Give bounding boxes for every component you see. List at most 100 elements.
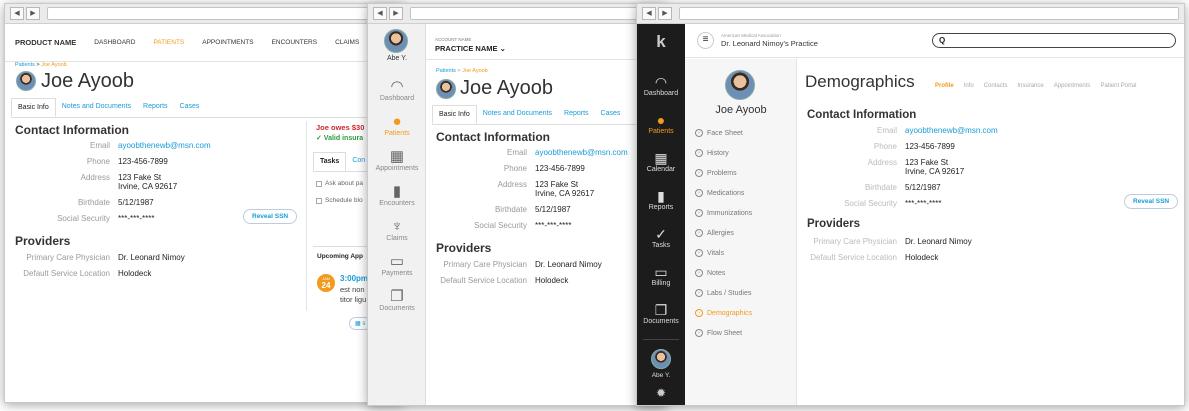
- checkbox[interactable]: [316, 197, 322, 204]
- menu-item-problems[interactable]: › Problems: [695, 163, 752, 183]
- tab-patient-portal[interactable]: Patient Portal: [1100, 83, 1136, 89]
- circle-icon: ›: [695, 269, 703, 277]
- menu-item-face-sheet[interactable]: › Face Sheet: [695, 123, 752, 143]
- task-item[interactable]: Ask about pa: [316, 180, 363, 187]
- menu-item-labs[interactable]: › Labs / Studies: [695, 283, 752, 303]
- sidebar-item-label: Patients: [384, 130, 410, 137]
- reveal-ssn-button[interactable]: Reveal SSN: [1124, 194, 1179, 209]
- tab-appointments[interactable]: Appointments: [1054, 83, 1091, 89]
- search-input[interactable]: Q: [932, 33, 1176, 48]
- email-value[interactable]: ayoobthenewb@msn.com: [905, 126, 998, 135]
- pcp-value: Dr. Leonard Nimoy: [535, 260, 602, 269]
- tab-tasks[interactable]: Tasks: [313, 152, 347, 171]
- patient-name: Joe Ayoob: [715, 104, 767, 116]
- reveal-ssn-button[interactable]: Reveal SSN: [243, 209, 298, 224]
- sidebar-item-dashboard[interactable]: ◠ Dashboard: [368, 78, 426, 102]
- back-icon[interactable]: ◀: [373, 7, 387, 20]
- search-icon: Q: [939, 36, 946, 45]
- tab-reports[interactable]: Reports: [137, 98, 174, 117]
- address-bar[interactable]: [679, 7, 1179, 20]
- user-avatar[interactable]: [384, 29, 408, 53]
- breadcrumb-root[interactable]: Patients: [436, 68, 456, 74]
- sidebar-item-appointments[interactable]: ▦ Appointments: [368, 148, 426, 172]
- sidebar-nav: ◠ Dashboard ● Patients ▦ Appointments ▮ Enco…: [368, 78, 426, 312]
- tab-cases[interactable]: Cases: [174, 98, 206, 117]
- tab-bar: Basic Info Notes and Documents Reports C…: [432, 105, 666, 125]
- email-value[interactable]: ayoobthenewb@msn.com: [118, 141, 211, 150]
- address-line1: 123 Fake St: [535, 180, 579, 189]
- sidebar-item-billing[interactable]: ▭ Billing: [637, 264, 685, 287]
- tab-notes[interactable]: Notes and Documents: [56, 98, 137, 117]
- address-value: 123 Fake St Irvine, CA 92617: [118, 173, 177, 191]
- sidebar-item-tasks[interactable]: ✓ Tasks: [637, 226, 685, 249]
- pcp-value: Dr. Leonard Nimoy: [118, 253, 185, 262]
- menu-item-history[interactable]: › History: [695, 143, 752, 163]
- sidebar-item-payments[interactable]: ▭ Payments: [368, 253, 426, 277]
- product-name: PRODUCT NAME: [15, 38, 77, 47]
- sidebar-item-encounters[interactable]: ▮ Encounters: [368, 183, 426, 207]
- menu-item-vitals[interactable]: › Vitals: [695, 243, 752, 263]
- email-value[interactable]: ayoobthenewb@msn.com: [535, 148, 628, 157]
- tab-reports[interactable]: Reports: [558, 105, 595, 124]
- menu-item-demographics[interactable]: › Demographics: [695, 303, 752, 323]
- tab-info[interactable]: Info: [964, 83, 974, 89]
- tab-basic-info[interactable]: Basic Info: [11, 98, 56, 117]
- sidebar-item-patients[interactable]: ● Patients: [368, 113, 426, 137]
- sidebar-item-claims[interactable]: ♆ Claims: [368, 218, 426, 242]
- user-avatar[interactable]: [651, 349, 671, 369]
- sidebar-item-patients[interactable]: ● Patients: [637, 112, 685, 135]
- menu-icon[interactable]: ≡: [697, 32, 714, 49]
- phone-label: Phone: [86, 157, 110, 166]
- page-title: Joe Ayoob: [460, 77, 554, 99]
- menu-item-notes[interactable]: › Notes: [695, 263, 752, 283]
- tab-notes[interactable]: Notes and Documents: [477, 105, 558, 124]
- sidebar-item-calendar[interactable]: ▦ Calendar: [637, 150, 685, 173]
- appt-time-value: 3:00pm: [340, 274, 369, 283]
- phone-value: 123-456-7899: [905, 142, 955, 151]
- sidebar-item-documents[interactable]: ❐ Documents: [368, 288, 426, 312]
- menu-item-label: Demographics: [707, 309, 753, 317]
- menu-item-flow-sheet[interactable]: › Flow Sheet: [695, 323, 752, 343]
- nav-dashboard[interactable]: DASHBOARD: [94, 39, 135, 46]
- back-icon[interactable]: ◀: [642, 7, 656, 20]
- practice-name: Dr. Leonard Nimoy's Practice: [721, 39, 818, 48]
- providers-heading: Providers: [15, 234, 71, 248]
- documents-icon: ❐: [390, 288, 404, 305]
- breadcrumb-root[interactable]: Patients: [15, 62, 35, 68]
- nav-appointments[interactable]: APPOINTMENTS: [202, 39, 253, 46]
- sidebar-item-label: Dashboard: [643, 90, 679, 97]
- sidebar-item-reports[interactable]: ▮ Reports: [637, 188, 685, 211]
- account-selector[interactable]: PRACTICE NAME ⌄: [435, 44, 506, 53]
- location-label: Default Service Location: [810, 253, 897, 262]
- tab-basic-info[interactable]: Basic Info: [432, 105, 477, 124]
- back-icon[interactable]: ◀: [10, 7, 24, 20]
- nav-patients[interactable]: PATIENTS: [153, 39, 184, 46]
- sidebar-item-dashboard[interactable]: ◠ Dashboard: [637, 74, 685, 97]
- circle-icon: ›: [695, 229, 703, 237]
- sidebar-item-documents[interactable]: ❐ Documents: [637, 302, 685, 325]
- browser-toolbar: ◀ ▶: [368, 4, 666, 24]
- tab-cases[interactable]: Cases: [595, 105, 627, 124]
- tab-insurance[interactable]: Insurance: [1017, 83, 1043, 89]
- nav-claims[interactable]: CLAIMS: [335, 39, 359, 46]
- tab-contacts[interactable]: Contacts: [984, 83, 1008, 89]
- address-bar[interactable]: [47, 7, 398, 20]
- sidebar-item-label: Payments: [381, 270, 413, 277]
- settings-icon[interactable]: ✹: [637, 386, 685, 400]
- calendar-icon: ▦: [654, 150, 668, 166]
- menu-item-label: Face Sheet: [707, 129, 743, 137]
- task-item[interactable]: Schedule blo: [316, 197, 363, 204]
- menu-item-medications[interactable]: › Medications: [695, 183, 752, 203]
- address-bar[interactable]: [410, 7, 661, 20]
- menu-item-immunizations[interactable]: › Immunizations: [695, 203, 752, 223]
- checkbox[interactable]: [316, 180, 322, 187]
- menu-item-allergies[interactable]: › Allergies: [695, 223, 752, 243]
- address-label: Address: [867, 158, 897, 167]
- forward-icon[interactable]: ▶: [26, 7, 40, 20]
- address-label: Address: [80, 173, 110, 182]
- tab-profile[interactable]: Profile: [935, 83, 954, 89]
- circle-icon: ›: [695, 209, 703, 217]
- nav-encounters[interactable]: ENCOUNTERS: [272, 39, 318, 46]
- forward-icon[interactable]: ▶: [389, 7, 403, 20]
- forward-icon[interactable]: ▶: [658, 7, 672, 20]
